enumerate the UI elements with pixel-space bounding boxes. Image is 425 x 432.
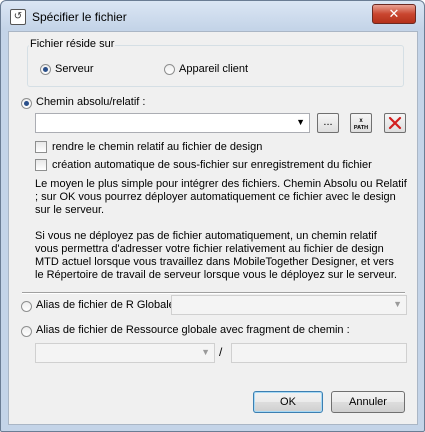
- location-group: Serveur Appareil client: [27, 45, 404, 87]
- path-separator: /: [219, 345, 223, 359]
- server-radio-label[interactable]: Serveur: [55, 63, 94, 75]
- path-fragment-input[interactable]: [231, 343, 407, 363]
- delete-icon: [388, 116, 402, 130]
- global-folder-alias-select[interactable]: ▼: [35, 343, 215, 363]
- server-radio[interactable]: [40, 64, 51, 75]
- path-radio-label[interactable]: Chemin absolu/relatif :: [36, 96, 145, 108]
- window-title: Spécifier le fichier: [32, 10, 127, 24]
- info-text-simple: Le moyen le plus simple pour intégrer de…: [35, 178, 407, 216]
- client-device-radio[interactable]: [164, 64, 175, 75]
- path-icon: x PATH: [354, 118, 368, 131]
- section-divider: [22, 292, 405, 294]
- chevron-down-icon[interactable]: ▼: [201, 347, 210, 357]
- auto-subfolder-checkbox[interactable]: [35, 159, 47, 171]
- svg-text:x: x: [359, 118, 363, 124]
- global-alias-radio[interactable]: [21, 301, 32, 312]
- path-input[interactable]: ▼: [35, 113, 310, 133]
- browse-button[interactable]: ...: [317, 113, 339, 133]
- global-alias-radio-label[interactable]: Alias de fichier de R Globale: [36, 299, 175, 311]
- auto-subfolder-checkbox-label[interactable]: création automatique de sous-fichier sur…: [52, 159, 372, 171]
- delete-path-button[interactable]: [384, 113, 406, 133]
- app-icon: ↺: [10, 9, 26, 25]
- client-device-radio-label[interactable]: Appareil client: [179, 63, 248, 75]
- svg-text:PATH: PATH: [354, 125, 368, 131]
- path-button[interactable]: x PATH: [350, 113, 372, 133]
- title-bar[interactable]: ↺ Spécifier le fichier ✕: [1, 1, 424, 31]
- ok-button[interactable]: OK: [253, 391, 323, 413]
- chevron-down-icon[interactable]: ▼: [393, 299, 402, 309]
- relative-path-checkbox-label[interactable]: rendre le chemin relatif au fichier de d…: [52, 141, 262, 153]
- relative-path-checkbox[interactable]: [35, 141, 47, 153]
- global-alias-select[interactable]: ▼: [171, 295, 407, 315]
- dialog-window: ↺ Spécifier le fichier ✕ Serveur Apparei…: [0, 0, 425, 432]
- chevron-down-icon[interactable]: ▼: [296, 117, 305, 127]
- global-folder-radio-label[interactable]: Alias de fichier de Ressource globale av…: [36, 324, 350, 336]
- path-radio[interactable]: [21, 98, 32, 109]
- close-button[interactable]: ✕: [372, 4, 416, 24]
- location-group-label: Fichier réside sur: [29, 38, 116, 50]
- global-folder-radio[interactable]: [21, 326, 32, 337]
- info-text-relative: Si vous ne déployez pas de fichier autom…: [35, 230, 397, 281]
- dialog-body: Serveur Appareil client Fichier réside s…: [8, 31, 418, 425]
- cancel-button[interactable]: Annuler: [331, 391, 405, 413]
